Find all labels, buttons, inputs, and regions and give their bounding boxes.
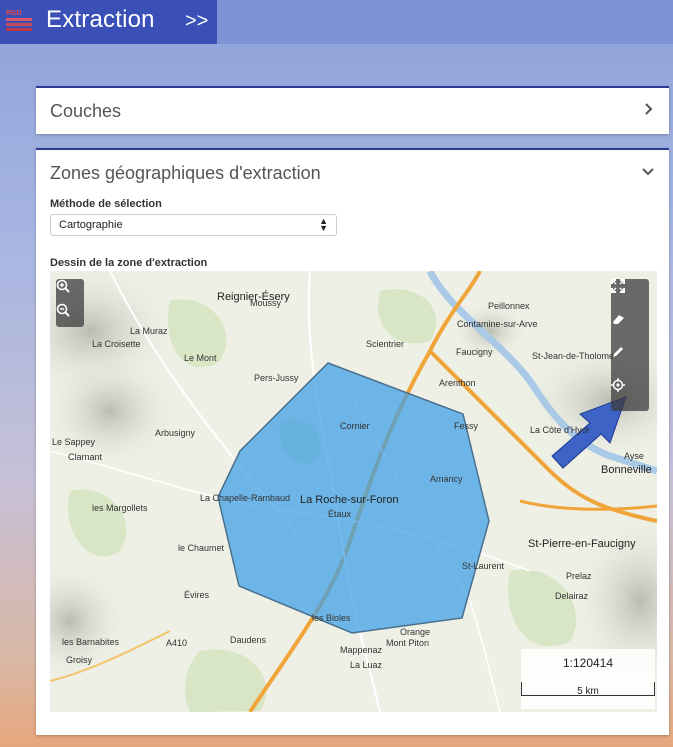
zoom-controls (56, 279, 84, 327)
map-label: La Côte d'Hyot (530, 425, 590, 435)
map-label: Contamine-sur-Arve (457, 319, 538, 329)
fullscreen-icon (611, 279, 625, 293)
map-label: Fessy (454, 421, 479, 431)
map-scale: 1:120414 5 km (521, 649, 655, 709)
map-label: Faucigny (456, 347, 493, 357)
map-label: St-Jean-de-Tholome (532, 351, 615, 361)
pencil-icon (613, 347, 623, 357)
map-label: Daudens (230, 635, 267, 645)
map-label: Scientrier (366, 339, 405, 349)
chevron-down-icon[interactable] (641, 164, 655, 178)
map-label: Pers-Jussy (254, 373, 299, 383)
eraser-button[interactable] (611, 312, 649, 345)
map-tools (611, 279, 649, 411)
collapse-sidebar-button[interactable]: >> (185, 10, 208, 33)
map-label: Delairaz (555, 591, 589, 601)
scale-distance: 5 km (577, 686, 599, 697)
map-label: Moussy (250, 298, 282, 308)
map-label: Mappenaz (340, 645, 383, 655)
map-label: Étaux (328, 509, 352, 519)
drawing-zone-label: Dessin de la zone d'extraction (50, 257, 208, 269)
map-label: Prelaz (566, 571, 592, 581)
map-label: Peillonnex (488, 301, 530, 311)
app-logo: RGD (4, 7, 34, 35)
eraser-icon (613, 315, 624, 324)
zoom-out-button[interactable] (56, 303, 84, 327)
crosshair-icon (611, 378, 625, 392)
page-title: Extraction (46, 6, 155, 33)
map-label: A410 (166, 638, 188, 648)
map-label: Ayse (624, 451, 644, 461)
map-label: La Croisette (92, 339, 141, 349)
draw-button[interactable] (611, 345, 649, 378)
locate-button[interactable] (611, 378, 649, 411)
map-label: La Chapelle-Rambaud (200, 493, 291, 503)
map-label: Cornier (340, 421, 370, 431)
map-label: La Muraz (130, 326, 168, 336)
zones-panel: Zones géographiques d'extraction Méthode… (36, 148, 669, 735)
map-label: Clarnant (68, 452, 103, 462)
selection-method-select[interactable]: Cartographie ▲ ▼ (50, 214, 337, 236)
map-label: les Bioles (312, 613, 351, 623)
selection-method-label: Méthode de sélection (50, 198, 162, 210)
map-label: La Luaz (350, 660, 383, 670)
layers-panel[interactable]: Couches (36, 86, 669, 134)
map-label: Le Sappey (52, 437, 96, 447)
chevron-right-icon[interactable] (641, 102, 655, 116)
title-block: RGD Extraction >> (0, 0, 217, 44)
map-label: Orange (400, 627, 431, 637)
svg-text:RGD: RGD (6, 10, 22, 17)
scale-ratio: 1:120414 (562, 656, 614, 670)
map-label: Bonneville (601, 464, 652, 476)
zoom-out-icon (56, 303, 70, 317)
map-label: Amancy (430, 474, 463, 484)
map-label: Mont Piton (386, 638, 430, 648)
map-label: St-Pierre-en-Faucigny (528, 538, 636, 550)
map-label: La Roche-sur-Foron (300, 494, 399, 506)
map-canvas[interactable]: Reignier-Ésery Contamine-sur-Arve Pers-J… (50, 271, 657, 712)
map-label: Arenthon (439, 378, 476, 388)
map-label: Groisy (66, 655, 93, 665)
map-label: les Barnabites (62, 637, 120, 647)
map-label: Arbusigny (155, 428, 196, 438)
zoom-in-icon (56, 279, 70, 293)
fullscreen-button[interactable] (611, 279, 649, 312)
zoom-in-button[interactable] (56, 279, 84, 303)
map-label: St-Laurent (462, 561, 505, 571)
map-label: le Chaumet (178, 543, 225, 553)
map-label: les Margollets (92, 503, 148, 513)
select-arrows-icon: ▲ ▼ (319, 216, 328, 233)
map-label: Le Mont (184, 353, 217, 363)
map-label: Évires (184, 590, 210, 600)
zones-panel-title: Zones géographiques d'extraction (50, 163, 321, 183)
layers-panel-title: Couches (50, 101, 122, 121)
selection-method-value: Cartographie (59, 219, 123, 231)
